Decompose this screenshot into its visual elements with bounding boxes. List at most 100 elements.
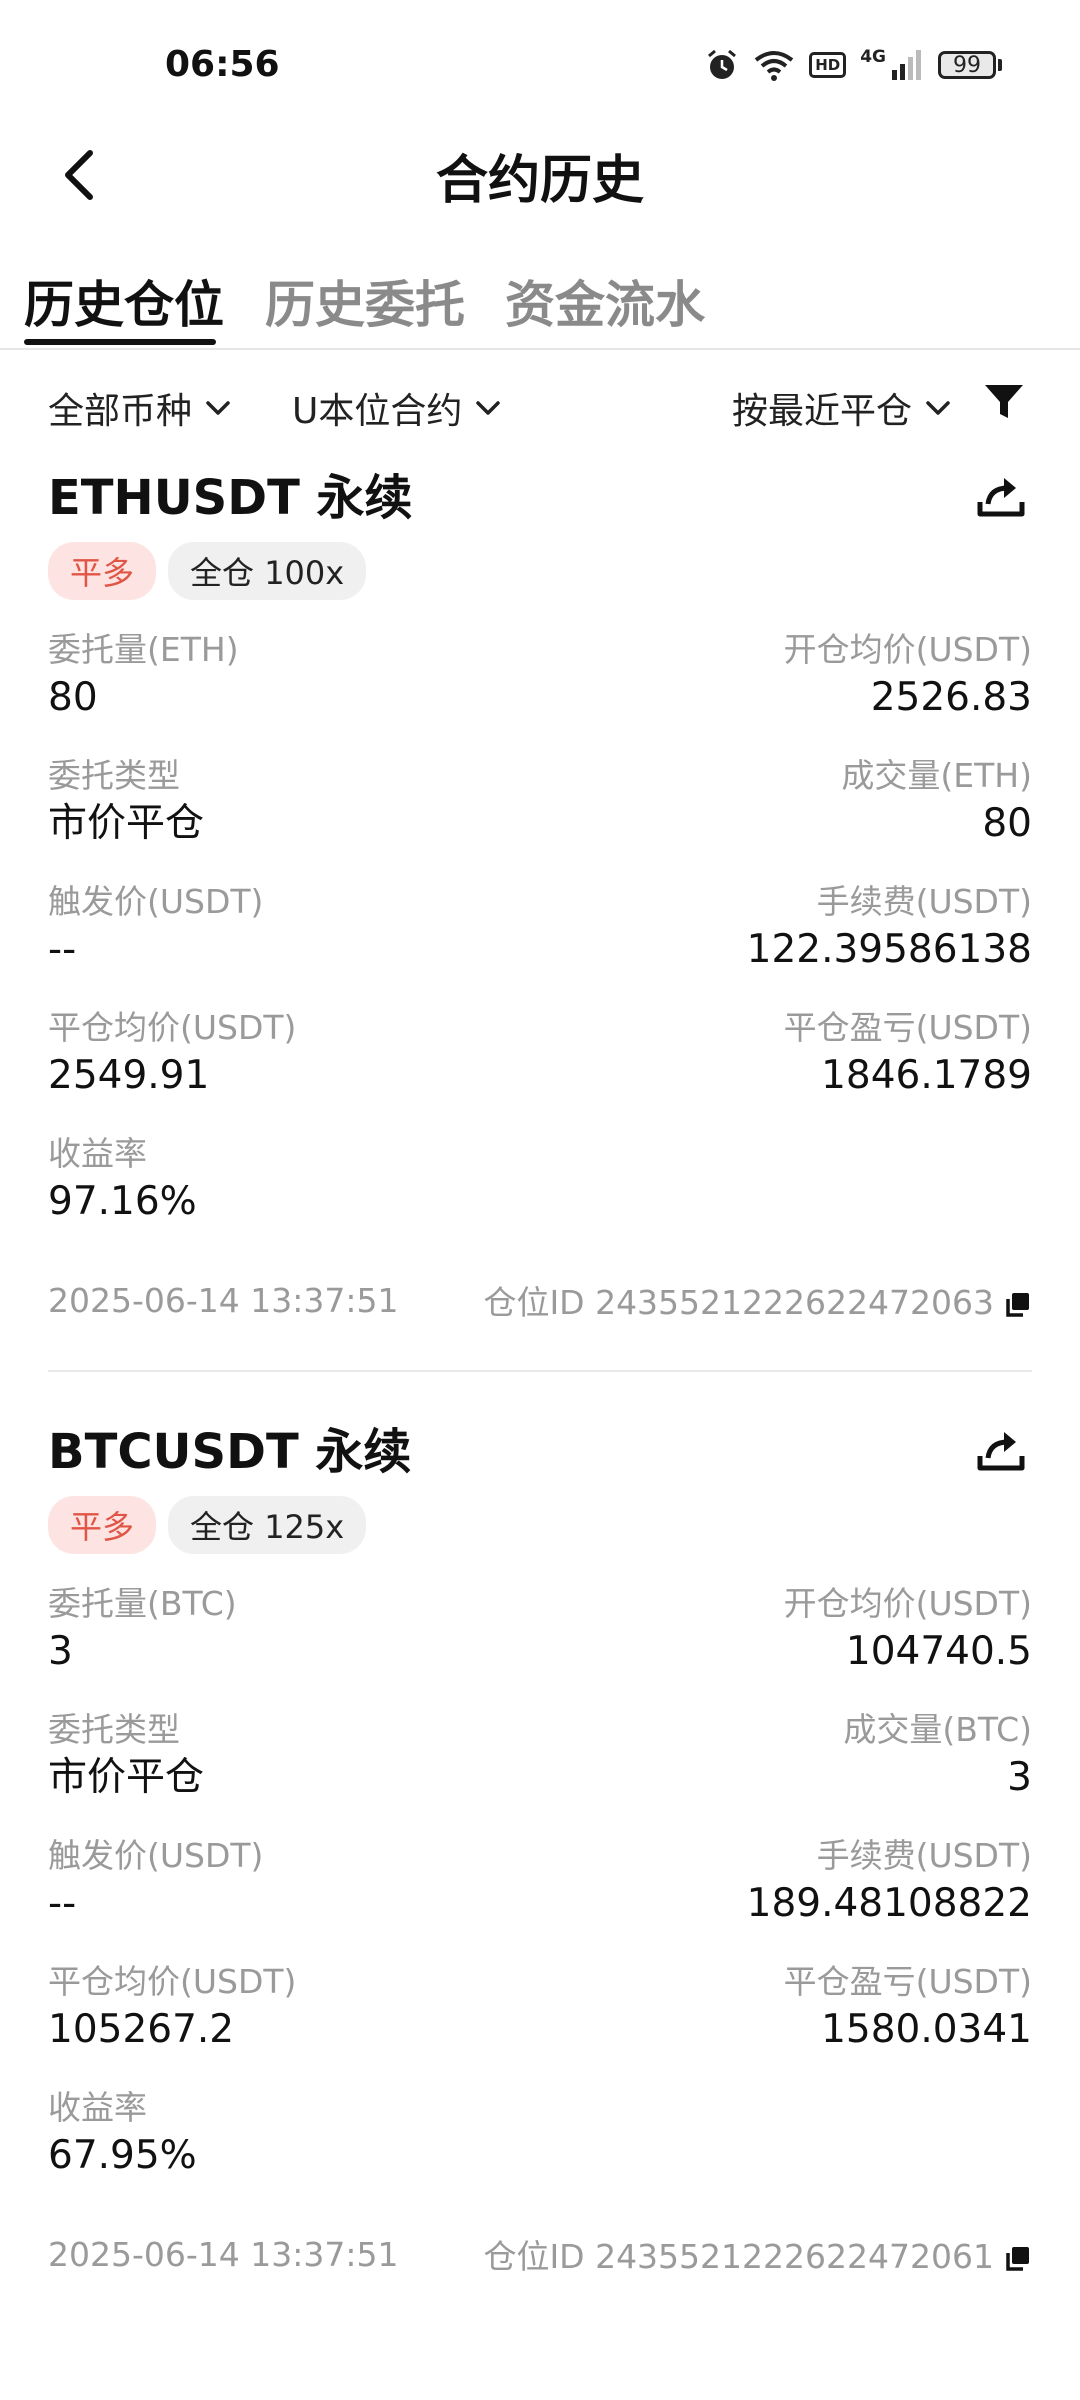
nav-bar: 合约历史 bbox=[0, 130, 1080, 220]
position-badges: 平多 全仓 100x bbox=[48, 542, 1032, 600]
order-type-label: 委托类型 bbox=[48, 1710, 180, 1749]
card-divider bbox=[48, 1370, 1032, 1372]
pnl-cell: 平仓盈亏(USDT) 1846.1789 bbox=[540, 1006, 1032, 1102]
tab-fund-flow[interactable]: 资金流水 bbox=[505, 265, 705, 337]
margin-mode-badge: 全仓 100x bbox=[168, 542, 367, 600]
side-badge: 平多 bbox=[48, 542, 157, 600]
page-title: 合约历史 bbox=[435, 151, 644, 211]
trigger-cell: 触发价(USDT) -- bbox=[48, 880, 540, 976]
position-card: ETHUSDT 永续 平多 全仓 100x 委托量(ETH) 80 开仓均价(U… bbox=[48, 458, 1032, 1372]
trigger-value: -- bbox=[48, 927, 77, 972]
open-avg-cell: 开仓均价(USDT) 2526.83 bbox=[540, 628, 1032, 724]
hd-icon: HD bbox=[809, 52, 847, 78]
order-qty-cell: 委托量(BTC) 3 bbox=[48, 1582, 540, 1678]
fee-cell: 手续费(USDT) 189.48108822 bbox=[540, 1834, 1032, 1930]
order-type-value: 市价平仓 bbox=[48, 801, 205, 846]
close-avg-label: 平仓均价(USDT) bbox=[48, 1008, 297, 1047]
status-time: 06:56 bbox=[165, 44, 280, 85]
tab-history-orders[interactable]: 历史委托 bbox=[265, 265, 465, 337]
status-icons: HD 4G 99 bbox=[705, 47, 1002, 82]
trigger-label: 触发价(USDT) bbox=[48, 1836, 264, 1875]
tab-bar: 历史仓位 历史委托 资金流水 bbox=[0, 220, 1080, 350]
coin-filter-dropdown[interactable]: 全部币种 bbox=[48, 382, 232, 434]
share-icon[interactable] bbox=[974, 468, 1028, 522]
status-bar: 06:56 HD 4G 99 bbox=[0, 0, 1080, 130]
order-qty-value: 80 bbox=[48, 675, 98, 720]
position-details: 委托量(BTC) 3 开仓均价(USDT) 104740.5 委托类型 市价平仓… bbox=[48, 1582, 1032, 2182]
roi-label: 收益率 bbox=[48, 2088, 147, 2127]
close-avg-cell: 平仓均价(USDT) 105267.2 bbox=[48, 1960, 540, 2056]
roi-value: 67.95% bbox=[48, 2133, 197, 2178]
roi-cell: 收益率 97.16% bbox=[48, 1132, 540, 1228]
order-qty-value: 3 bbox=[48, 1629, 73, 1674]
battery-icon: 99 bbox=[938, 51, 1002, 79]
position-symbol: BTCUSDT 永续 bbox=[48, 1424, 412, 1480]
order-qty-label: 委托量(BTC) bbox=[48, 1584, 237, 1623]
chevron-down-icon bbox=[206, 401, 230, 415]
roi-value: 97.16% bbox=[48, 1179, 197, 1224]
coin-filter-label: 全部币种 bbox=[48, 391, 193, 432]
pnl-value: 1580.0341 bbox=[821, 2007, 1032, 2052]
close-avg-cell: 平仓均价(USDT) 2549.91 bbox=[48, 1006, 540, 1102]
position-badges: 平多 全仓 125x bbox=[48, 1496, 1032, 1554]
margin-mode-badge: 全仓 125x bbox=[168, 1496, 367, 1554]
order-type-cell: 委托类型 市价平仓 bbox=[48, 754, 540, 850]
position-footer: 2025-06-14 13:37:51 仓位ID 243552122262247… bbox=[48, 1276, 1032, 1324]
open-avg-cell: 开仓均价(USDT) 104740.5 bbox=[540, 1582, 1032, 1678]
fee-cell: 手续费(USDT) 122.39586138 bbox=[540, 880, 1032, 976]
filled-label: 成交量(BTC) bbox=[843, 1710, 1032, 1749]
fee-label: 手续费(USDT) bbox=[816, 1836, 1032, 1875]
pnl-value: 1846.1789 bbox=[821, 1053, 1032, 1098]
filled-cell: 成交量(ETH) 80 bbox=[540, 754, 1032, 850]
close-avg-label: 平仓均价(USDT) bbox=[48, 1962, 297, 2001]
sort-dropdown[interactable]: 按最近平仓 bbox=[732, 382, 952, 434]
alarm-icon bbox=[708, 49, 737, 79]
fee-value: 122.39586138 bbox=[746, 927, 1032, 972]
position-footer: 2025-06-14 13:37:51 仓位ID 243552122262247… bbox=[48, 2230, 1032, 2278]
pnl-label: 平仓盈亏(USDT) bbox=[783, 1962, 1032, 2001]
filled-value: 80 bbox=[982, 801, 1032, 846]
filled-value: 3 bbox=[1007, 1755, 1032, 1800]
filter-bar: 全部币种 U本位合约 按最近平仓 bbox=[0, 370, 1080, 450]
close-avg-value: 105267.2 bbox=[48, 2007, 235, 2052]
fee-label: 手续费(USDT) bbox=[816, 882, 1032, 921]
roi-cell: 收益率 67.95% bbox=[48, 2086, 540, 2182]
contract-filter-label: U本位合约 bbox=[292, 391, 463, 432]
position-id: 仓位ID 2435521222622472063 bbox=[483, 1283, 994, 1322]
roi-label: 收益率 bbox=[48, 1134, 147, 1173]
pnl-label: 平仓盈亏(USDT) bbox=[783, 1008, 1032, 1047]
chevron-down-icon bbox=[926, 401, 950, 415]
order-qty-label: 委托量(ETH) bbox=[48, 630, 239, 669]
open-avg-label: 开仓均价(USDT) bbox=[783, 630, 1032, 669]
position-card: BTCUSDT 永续 平多 全仓 125x 委托量(BTC) 3 开仓均价(US… bbox=[48, 1412, 1032, 2278]
signal-icon bbox=[892, 50, 921, 80]
close-avg-value: 2549.91 bbox=[48, 1053, 210, 1098]
open-avg-value: 2526.83 bbox=[870, 675, 1032, 720]
filled-cell: 成交量(BTC) 3 bbox=[540, 1708, 1032, 1804]
share-icon[interactable] bbox=[974, 1422, 1028, 1476]
trigger-label: 触发价(USDT) bbox=[48, 882, 264, 921]
battery-level: 99 bbox=[938, 51, 996, 79]
trigger-value: -- bbox=[48, 1881, 77, 1926]
copy-icon[interactable] bbox=[1002, 2244, 1032, 2274]
position-details: 委托量(ETH) 80 开仓均价(USDT) 2526.83 委托类型 市价平仓… bbox=[48, 628, 1032, 1228]
contract-filter-dropdown[interactable]: U本位合约 bbox=[292, 382, 502, 434]
copy-icon[interactable] bbox=[1002, 1290, 1032, 1320]
order-type-cell: 委托类型 市价平仓 bbox=[48, 1708, 540, 1804]
trigger-cell: 触发价(USDT) -- bbox=[48, 1834, 540, 1930]
position-id-row: 仓位ID 2435521222622472063 bbox=[483, 1276, 1032, 1324]
filter-icon[interactable] bbox=[982, 380, 1026, 424]
fee-value: 189.48108822 bbox=[746, 1881, 1032, 1926]
open-avg-value: 104740.5 bbox=[845, 1629, 1032, 1674]
close-time: 2025-06-14 13:37:51 bbox=[48, 1280, 399, 1320]
side-badge: 平多 bbox=[48, 1496, 157, 1554]
network-type: 4G bbox=[860, 47, 886, 67]
close-time: 2025-06-14 13:37:51 bbox=[48, 2234, 399, 2274]
order-type-value: 市价平仓 bbox=[48, 1755, 205, 1800]
position-id-row: 仓位ID 2435521222622472061 bbox=[483, 2230, 1032, 2278]
order-qty-cell: 委托量(ETH) 80 bbox=[48, 628, 540, 724]
tab-history-positions[interactable]: 历史仓位 bbox=[24, 265, 224, 337]
sort-label: 按最近平仓 bbox=[731, 391, 912, 432]
chevron-down-icon bbox=[476, 401, 501, 415]
order-type-label: 委托类型 bbox=[48, 756, 180, 795]
